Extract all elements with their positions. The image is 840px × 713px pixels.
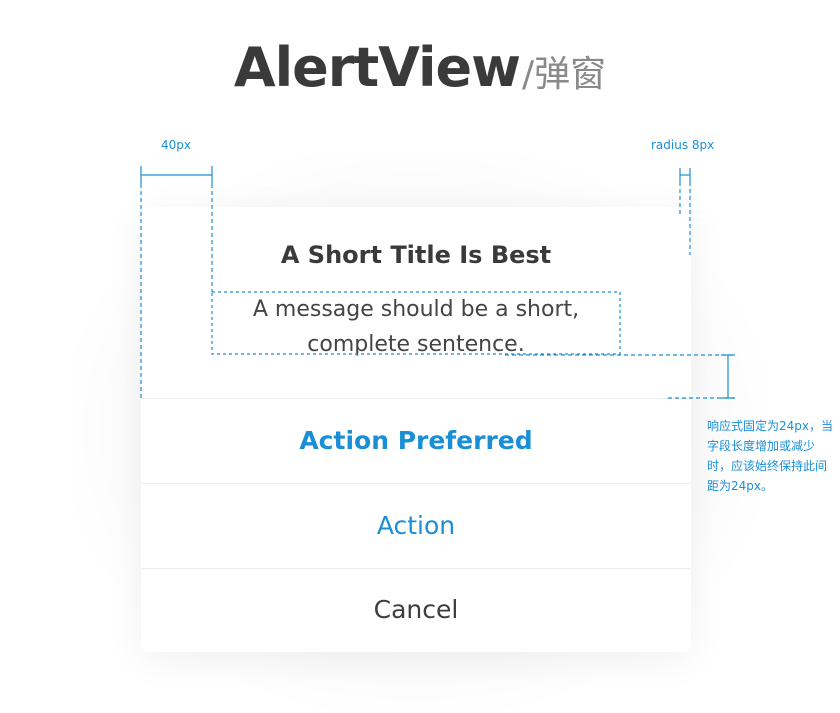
- alert-message: A message should be a short, complete se…: [211, 292, 621, 362]
- spacing-note: 响应式固定为24px，当字段长度增加或减少时，应该始终保持此间距为24px。: [707, 419, 833, 493]
- padding-label: 40px: [161, 138, 191, 152]
- alert-message-line-2: complete sentence.: [307, 332, 525, 357]
- spec-page: AlertView/弹窗 A Short Title Is Best A mes…: [0, 0, 840, 713]
- radius-label: radius 8px: [651, 138, 715, 152]
- page-heading: AlertView/弹窗: [0, 36, 840, 99]
- heading-title: AlertView: [233, 36, 521, 99]
- alert-title: A Short Title Is Best: [280, 241, 552, 269]
- action-preferred-button[interactable]: Action Preferred: [141, 399, 691, 483]
- alert-dialog: A Short Title Is Best A message should b…: [141, 207, 691, 652]
- heading-subtitle: /弹窗: [522, 54, 607, 95]
- cancel-button[interactable]: Cancel: [141, 568, 691, 652]
- alert-message-line-1: A message should be a short,: [252, 297, 580, 322]
- action-button[interactable]: Action: [141, 484, 691, 568]
